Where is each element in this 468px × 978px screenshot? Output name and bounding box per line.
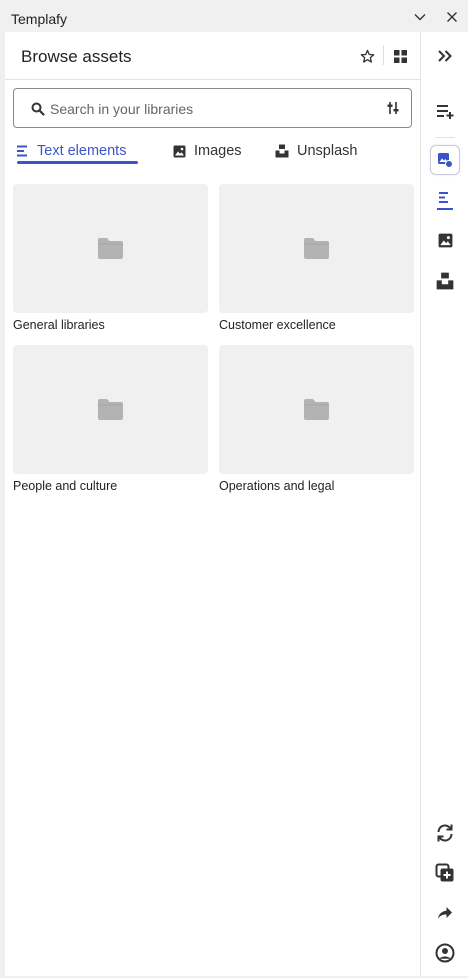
text-elements-icon[interactable] [430,186,460,216]
tab-label: Text elements [37,143,127,159]
library-thumbnail [13,345,208,474]
tab-label: Unsplash [297,143,358,159]
text-lines-icon [17,145,27,157]
search-box [13,88,412,128]
share-icon[interactable] [430,898,460,928]
search-icon [31,102,45,116]
library-label: Customer excellence [219,318,336,332]
tab-text-elements[interactable]: Text elements [17,136,138,166]
account-icon[interactable] [430,938,460,968]
star-icon[interactable] [358,47,376,65]
title-bar: Templafy [0,0,468,32]
unsplash-icon [275,144,289,158]
tab-label: Images [194,143,242,159]
rail-divider [435,137,455,138]
expand-icon[interactable] [430,41,460,71]
library-label: Operations and legal [219,479,335,493]
tab-unsplash[interactable]: Unsplash [275,136,357,166]
folder-icon [98,399,123,420]
image-icon [173,145,186,157]
header-divider [383,45,384,65]
library-card[interactable]: Customer excellence [219,184,414,334]
library-thumbnail [219,184,414,313]
browse-assets-icon[interactable] [430,145,460,175]
images-icon[interactable] [430,225,460,255]
library-thumbnail [13,184,208,313]
tab-images[interactable]: Images [173,136,242,166]
add-copy-icon[interactable] [430,858,460,888]
asset-tabs: Text elements Images Unsplash [13,136,413,166]
folder-icon [304,238,329,259]
unsplash-icon[interactable] [430,266,460,296]
library-card[interactable]: Operations and legal [219,345,414,495]
insert-text-icon[interactable] [430,96,460,126]
refresh-icon[interactable] [430,818,460,848]
chevron-down-icon[interactable] [412,9,428,25]
folder-icon [98,238,123,259]
library-label: General libraries [13,318,105,332]
grid-view-icon[interactable] [391,47,409,65]
library-card[interactable]: People and culture [13,345,208,495]
close-icon[interactable] [444,9,460,25]
library-thumbnail [219,345,414,474]
page-title: Browse assets [21,47,132,66]
app-title: Templafy [11,11,68,27]
library-label: People and culture [13,479,118,493]
filter-icon[interactable] [385,100,401,116]
browse-panel: Browse assets Text elements Images Unspl… [5,32,420,976]
side-rail [420,32,468,976]
library-card[interactable]: General libraries [13,184,208,334]
folder-icon [304,399,329,420]
search-input[interactable] [50,98,370,120]
panel-header: Browse assets [5,32,420,80]
